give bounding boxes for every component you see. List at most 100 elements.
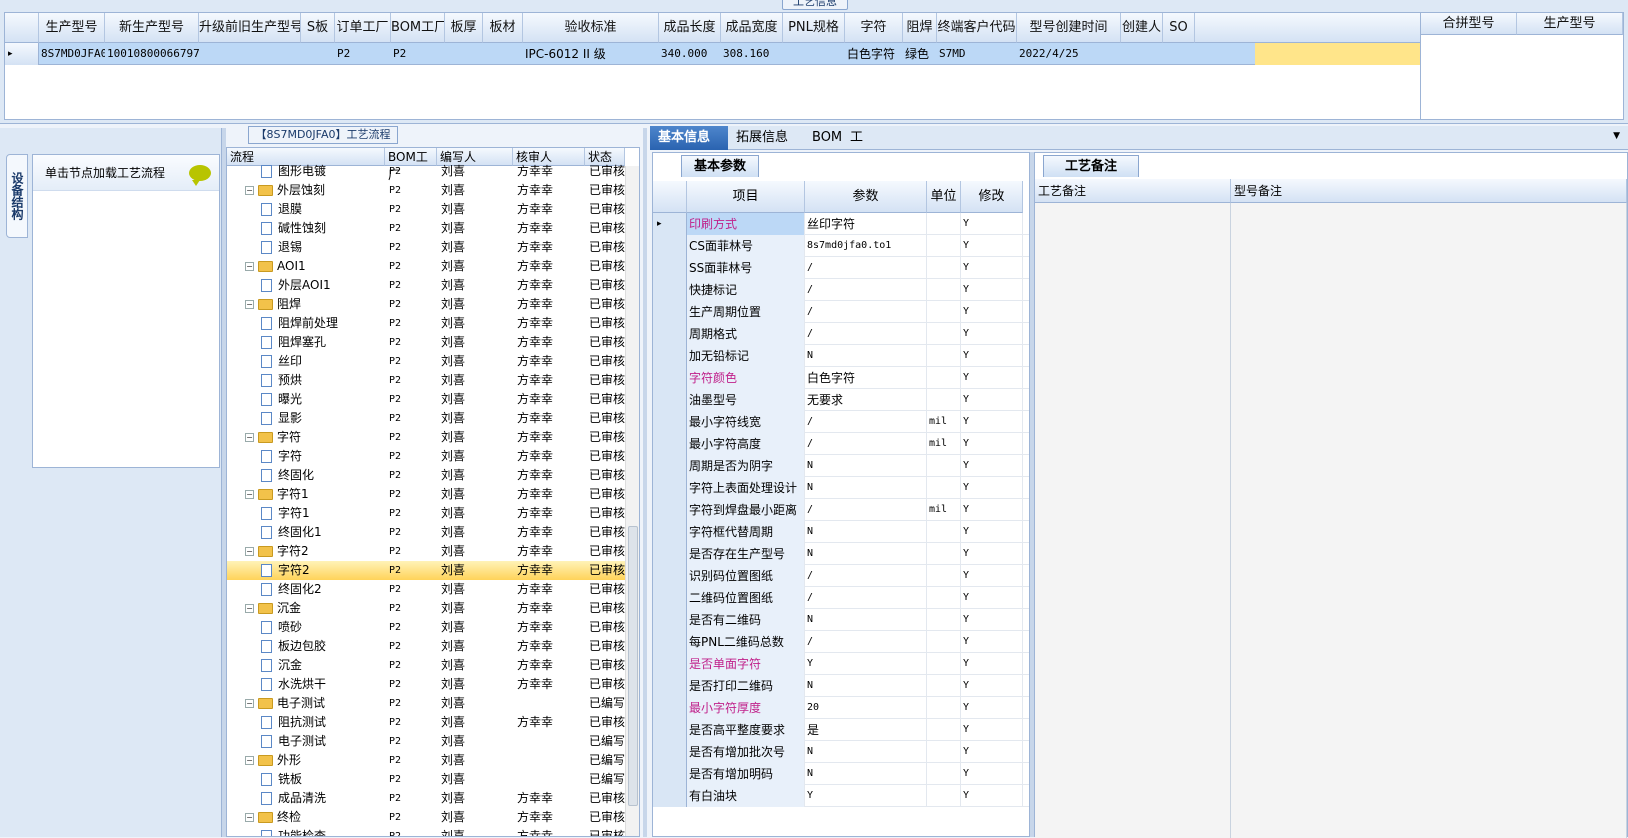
params-row[interactable]: 二维码位置图纸 / Y	[653, 587, 1029, 609]
param-value[interactable]: /	[805, 279, 927, 301]
flow-row[interactable]: − AOI1 P2 刘喜 方幸幸 已审核	[227, 257, 625, 276]
param-modify[interactable]: Y	[961, 235, 1023, 257]
device-structure-tab[interactable]: 设备结构	[6, 154, 28, 238]
column-header[interactable]: 成品宽度	[721, 13, 783, 43]
param-modify[interactable]: Y	[961, 213, 1023, 235]
flow-row[interactable]: 终固化2 P2 刘喜 方幸幸 已审核	[227, 580, 625, 599]
param-modify[interactable]: Y	[961, 543, 1023, 565]
param-value[interactable]: N	[805, 609, 927, 631]
param-value[interactable]: N	[805, 741, 927, 763]
flow-row[interactable]: 退锡 P2 刘喜 方幸幸 已审核	[227, 238, 625, 257]
flow-row[interactable]: 字符 P2 刘喜 方幸幸 已审核	[227, 447, 625, 466]
flow-row[interactable]: 图形电镀 P2 刘喜 方幸幸 已审核	[227, 162, 625, 181]
flow-row[interactable]: − 沉金 P2 刘喜 方幸幸 已审核	[227, 599, 625, 618]
param-value[interactable]: Y	[805, 653, 927, 675]
flow-row[interactable]: 碱性蚀刻 P2 刘喜 方幸幸 已审核	[227, 219, 625, 238]
param-modify[interactable]: Y	[961, 499, 1023, 521]
column-header[interactable]: 型号创建时间	[1017, 13, 1121, 43]
param-modify[interactable]: Y	[961, 697, 1023, 719]
flow-row[interactable]: − 终检 P2 刘喜 方幸幸 已审核	[227, 808, 625, 827]
process-flow-tree[interactable]: 流程 BOM工厂 编写人 核审人 状态 图形电镀 P2 刘喜 方幸幸 已审核 − 外层蚀刻 P2 刘喜 方幸…	[226, 147, 640, 837]
column-header[interactable]: 创建人	[1121, 13, 1163, 43]
param-modify[interactable]: Y	[961, 609, 1023, 631]
column-header[interactable]: 终端客户代码	[937, 13, 1017, 43]
param-value[interactable]: N	[805, 477, 927, 499]
param-value[interactable]: N	[805, 763, 927, 785]
param-value[interactable]: N	[805, 543, 927, 565]
column-header[interactable]: 成品长度	[659, 13, 721, 43]
column-header[interactable]: 字符	[845, 13, 903, 43]
flow-row[interactable]: 喷砂 P2 刘喜 方幸幸 已审核	[227, 618, 625, 637]
column-header[interactable]: BOM工厂	[391, 13, 445, 43]
param-modify[interactable]: Y	[961, 301, 1023, 323]
column-header[interactable]: 板材	[483, 13, 523, 43]
merge-column-header[interactable]: 合拼型号	[1421, 13, 1517, 35]
tab-dropdown-icon[interactable]: ▼	[1613, 131, 1620, 141]
params-row[interactable]: 字符上表面处理设计 N Y	[653, 477, 1029, 499]
param-modify[interactable]: Y	[961, 389, 1023, 411]
flow-row[interactable]: 退膜 P2 刘喜 方幸幸 已审核	[227, 200, 625, 219]
expand-toggle-icon[interactable]: −	[245, 756, 254, 765]
params-row[interactable]: 识别码位置图纸 / Y	[653, 565, 1029, 587]
param-modify[interactable]: Y	[961, 257, 1023, 279]
params-row[interactable]: 最小字符厚度 20 Y	[653, 697, 1029, 719]
flow-row[interactable]: − 阻焊 P2 刘喜 方幸幸 已审核	[227, 295, 625, 314]
param-modify[interactable]: Y	[961, 763, 1023, 785]
param-modify[interactable]: Y	[961, 279, 1023, 301]
param-value[interactable]: Y	[805, 785, 927, 807]
param-value[interactable]: /	[805, 499, 927, 521]
params-row[interactable]: 是否存在生产型号 N Y	[653, 543, 1029, 565]
param-value[interactable]: /	[805, 565, 927, 587]
tree-scroll-thumb[interactable]	[628, 526, 638, 806]
params-row[interactable]: ▸ 印刷方式 丝印字符 Y	[653, 213, 1029, 235]
param-modify[interactable]: Y	[961, 785, 1023, 807]
flow-row[interactable]: 字符1 P2 刘喜 方幸幸 已审核	[227, 504, 625, 523]
column-header[interactable]: 生产型号	[39, 13, 105, 43]
column-header[interactable]: 阻焊	[903, 13, 937, 43]
flow-row[interactable]: 外层AOI1 P2 刘喜 方幸幸 已审核	[227, 276, 625, 295]
params-row[interactable]: 快捷标记 / Y	[653, 279, 1029, 301]
expand-toggle-icon[interactable]: −	[245, 604, 254, 613]
params-row[interactable]: CS面菲林号 8s7md0jfa0.to1 Y	[653, 235, 1029, 257]
flow-row[interactable]: 电子测试 P2 刘喜 已编写	[227, 732, 625, 751]
expand-toggle-icon[interactable]: −	[245, 186, 254, 195]
param-value[interactable]: /	[805, 323, 927, 345]
param-modify[interactable]: Y	[961, 411, 1023, 433]
param-modify[interactable]: Y	[961, 323, 1023, 345]
param-value[interactable]: /	[805, 411, 927, 433]
flow-row[interactable]: 丝印 P2 刘喜 方幸幸 已审核	[227, 352, 625, 371]
params-row[interactable]: 油墨型号 无要求 Y	[653, 389, 1029, 411]
flow-row[interactable]: − 电子测试 P2 刘喜 已编写	[227, 694, 625, 713]
chat-bubble-icon[interactable]	[189, 165, 211, 186]
flow-row[interactable]: 阻抗测试 P2 刘喜 方幸幸 已审核	[227, 713, 625, 732]
middle-splitter[interactable]	[643, 128, 647, 837]
param-modify[interactable]: Y	[961, 477, 1023, 499]
flow-row[interactable]: − 字符2 P2 刘喜 方幸幸 已审核	[227, 542, 625, 561]
expand-toggle-icon[interactable]: −	[245, 490, 254, 499]
params-row[interactable]: 有白油块 Y Y	[653, 785, 1029, 807]
param-modify[interactable]: Y	[961, 587, 1023, 609]
flow-row[interactable]: − 字符1 P2 刘喜 方幸幸 已审核	[227, 485, 625, 504]
param-value[interactable]: 无要求	[805, 389, 927, 411]
remarks-column-header[interactable]: 型号备注	[1231, 179, 1627, 203]
params-column-header[interactable]: 参数	[805, 181, 927, 213]
param-modify[interactable]: Y	[961, 455, 1023, 477]
flow-row[interactable]: 显影 P2 刘喜 方幸幸 已审核	[227, 409, 625, 428]
expand-toggle-icon[interactable]: −	[245, 547, 254, 556]
flow-row[interactable]: 板边包胶 P2 刘喜 方幸幸 已审核	[227, 637, 625, 656]
flow-row[interactable]: 阻焊塞孔 P2 刘喜 方幸幸 已审核	[227, 333, 625, 352]
param-modify[interactable]: Y	[961, 653, 1023, 675]
flow-row[interactable]: 预烘 P2 刘喜 方幸幸 已审核	[227, 371, 625, 390]
param-modify[interactable]: Y	[961, 521, 1023, 543]
tab-3[interactable]: 工时	[842, 126, 882, 169]
column-header[interactable]: 验收标准	[523, 13, 659, 43]
param-modify[interactable]: Y	[961, 345, 1023, 367]
param-modify[interactable]: Y	[961, 433, 1023, 455]
tree-scrollbar[interactable]	[625, 166, 639, 836]
param-value[interactable]: /	[805, 631, 927, 653]
merge-column-header[interactable]: 生产型号	[1517, 13, 1623, 35]
expand-toggle-icon[interactable]: −	[245, 813, 254, 822]
param-value[interactable]: 是	[805, 719, 927, 741]
param-value[interactable]: /	[805, 257, 927, 279]
params-row[interactable]: 是否单面字符 Y Y	[653, 653, 1029, 675]
